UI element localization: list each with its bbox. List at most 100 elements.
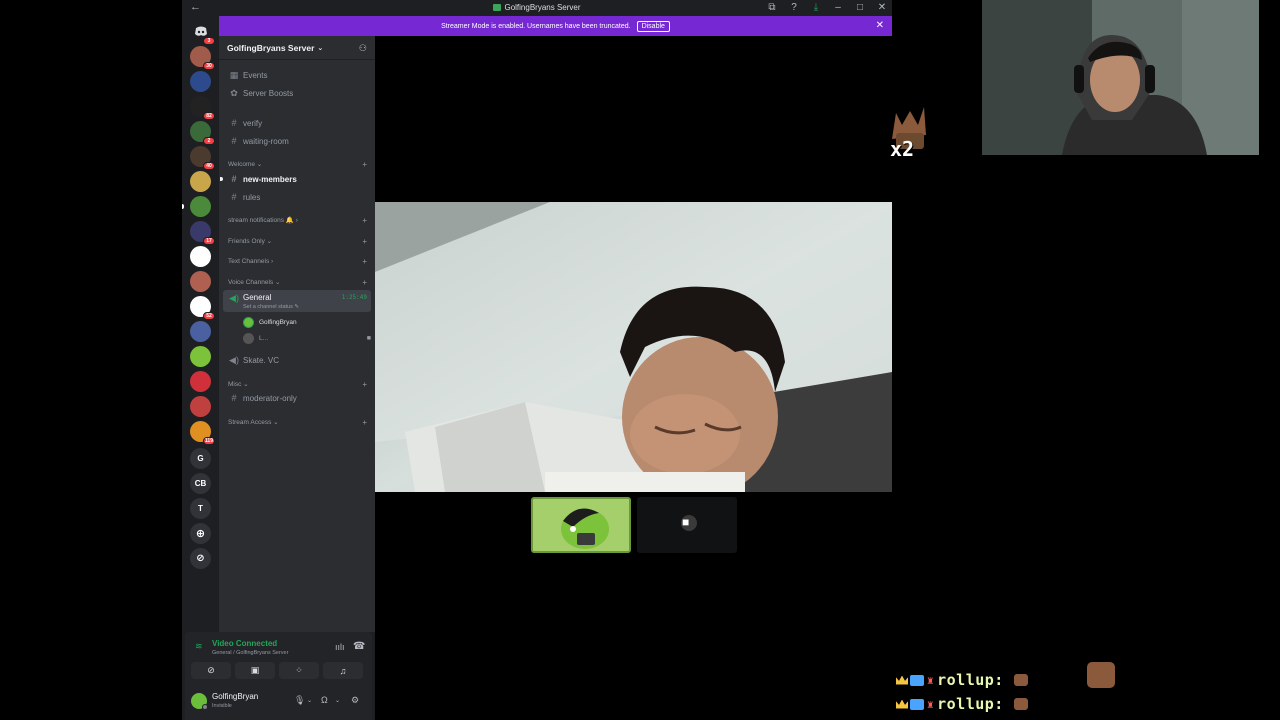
add-channel-icon[interactable]: +: [362, 257, 367, 266]
noise-suppression-icon[interactable]: ıılı: [335, 642, 345, 652]
add-channel-icon[interactable]: +: [362, 380, 367, 389]
inbox-icon[interactable]: ⧉: [766, 1, 778, 15]
channel-moderator-only[interactable]: # moderator-only: [223, 390, 371, 406]
events-item[interactable]: ▦ Events: [223, 67, 371, 83]
server-name: GolfingBryans Server: [227, 42, 315, 53]
server-g[interactable]: G: [190, 448, 211, 469]
voice-channel-skate[interactable]: ◀) Skate. VC: [223, 352, 371, 368]
chat-username: rollup:: [937, 671, 1004, 689]
server-icon[interactable]: [182, 196, 211, 217]
server-icon[interactable]: 2: [190, 121, 215, 145]
server-icon[interactable]: [190, 321, 211, 342]
channel-waiting-room[interactable]: # waiting-room: [223, 133, 371, 149]
webcam-feed-image: [982, 0, 1259, 155]
chevron-down-icon[interactable]: ⌄: [335, 697, 340, 704]
add-server-button[interactable]: ⊕: [190, 523, 211, 544]
server-icon[interactable]: [190, 371, 211, 392]
minimize-button[interactable]: –: [832, 1, 844, 15]
dog-emote-icon: [1013, 674, 1028, 686]
hash-icon: #: [231, 174, 237, 184]
add-channel-icon[interactable]: +: [362, 418, 367, 427]
category-text-channels[interactable]: Text Channels › +: [228, 257, 371, 266]
username[interactable]: GolfingBryan: [212, 692, 258, 701]
chevron-down-icon[interactable]: ⌄: [307, 697, 312, 704]
server-icon[interactable]: [190, 346, 211, 367]
participant-tile-golfingbryan[interactable]: [531, 497, 631, 553]
camera-toggle-button[interactable]: ⊘: [191, 662, 231, 679]
discord-home-button[interactable]: 3: [190, 21, 215, 45]
server-icon[interactable]: 30: [190, 46, 215, 70]
close-window-button[interactable]: ✕: [876, 1, 888, 15]
add-channel-icon[interactable]: +: [362, 278, 367, 287]
voice-channel-path[interactable]: General / GolfingBryans Server: [212, 650, 288, 656]
voice-connection-panel: ≋ Video Connected General / GolfingBryan…: [185, 632, 372, 684]
category-welcome[interactable]: Welcome ⌄ +: [228, 160, 371, 169]
title-bar: ← GolfingBryans Server ⧉ ? ⤓ – □ ✕: [182, 0, 892, 16]
screen-share-button[interactable]: ▣: [235, 662, 275, 679]
channel-new-members[interactable]: # new-members: [220, 171, 371, 187]
disconnect-icon[interactable]: ☎: [353, 641, 365, 652]
microphone-icon[interactable]: 🎙: [294, 695, 305, 706]
server-boosts-item[interactable]: ✿ Server Boosts: [223, 85, 371, 101]
add-channel-icon[interactable]: +: [362, 160, 367, 169]
server-icon[interactable]: 52: [190, 296, 215, 320]
avatar: [243, 317, 254, 328]
add-channel-icon[interactable]: +: [362, 237, 367, 246]
streamer-webcam: [982, 0, 1259, 155]
voice-status[interactable]: Video Connected: [212, 639, 277, 648]
category-voice-channels[interactable]: Voice Channels ⌄ +: [228, 278, 371, 287]
user-status: Invisible: [212, 703, 232, 709]
invite-people-icon[interactable]: ⚇: [359, 43, 367, 54]
hash-icon: #: [231, 192, 237, 202]
calendar-icon: ▦: [229, 69, 239, 80]
participant-tile-second[interactable]: ■: [637, 497, 737, 553]
channel-rules[interactable]: # rules: [223, 189, 371, 205]
close-icon[interactable]: ✕: [876, 20, 884, 31]
category-friends-only[interactable]: Friends Only ⌄ +: [228, 237, 371, 246]
soundboard-icon: ♫: [339, 665, 347, 676]
crown-badge-icon: [896, 699, 908, 709]
voice-channel-general[interactable]: ◀) General 1:25:49 Set a channel status ✎: [223, 290, 371, 312]
user-panel: GolfingBryan Invisible 🎙 ⌄ Ω ⌄ ⚙: [185, 684, 372, 720]
category-stream-notifications[interactable]: stream notifications 🔔 › +: [228, 216, 371, 225]
gear-icon[interactable]: ⚙: [351, 695, 359, 706]
voice-user-second[interactable]: L... ■: [243, 333, 371, 344]
voice-user-golfingbryan[interactable]: GolfingBryan: [243, 317, 297, 328]
mention-badge: 82: [203, 112, 215, 120]
server-icon[interactable]: 119: [190, 421, 215, 445]
server-icon[interactable]: 82: [190, 96, 215, 120]
signal-icon[interactable]: ≋: [195, 641, 203, 652]
help-icon[interactable]: ?: [788, 1, 800, 15]
server-icon[interactable]: 40: [190, 146, 215, 170]
server-icon[interactable]: [190, 396, 211, 417]
server-header[interactable]: GolfingBryans Server ⌄ ⚇: [219, 36, 375, 60]
app-icon: [493, 4, 502, 11]
server-icon[interactable]: [190, 171, 211, 192]
server-t[interactable]: T: [190, 498, 211, 519]
activities-button[interactable]: ⁘: [279, 662, 319, 679]
server-icon[interactable]: 17: [190, 221, 215, 245]
channel-verify[interactable]: # verify: [223, 115, 371, 131]
multiplier-label: x2: [890, 137, 915, 161]
server-icon[interactable]: [190, 246, 211, 267]
headphones-icon[interactable]: Ω: [321, 695, 328, 705]
channel-status[interactable]: Set a channel status ✎: [243, 304, 299, 310]
category-stream-access[interactable]: Stream Access ⌄ +: [228, 418, 371, 427]
discover-button[interactable]: ⊘: [190, 548, 211, 569]
streamer-mode-banner: Streamer Mode is enabled. Usernames have…: [219, 16, 892, 36]
server-icon[interactable]: [190, 71, 211, 92]
download-icon[interactable]: ⤓: [810, 1, 822, 15]
main-video-feed[interactable]: [375, 202, 892, 492]
disable-streamer-mode-button[interactable]: Disable: [636, 20, 670, 32]
dog-emote-icon: [1013, 698, 1028, 710]
sub-badge-icon: [910, 674, 924, 686]
category-misc[interactable]: Misc ⌄ +: [228, 380, 371, 389]
server-cb[interactable]: CB: [190, 473, 211, 494]
stream-chat-overlay: ♜ rollup: ♜ rollup:: [896, 668, 1280, 716]
add-channel-icon[interactable]: +: [362, 216, 367, 225]
maximize-button[interactable]: □: [854, 1, 866, 15]
activities-icon: ⁘: [295, 665, 303, 675]
server-icon[interactable]: [190, 271, 211, 292]
soundboard-button[interactable]: ♫: [323, 662, 363, 679]
selected-indicator: [182, 204, 184, 209]
